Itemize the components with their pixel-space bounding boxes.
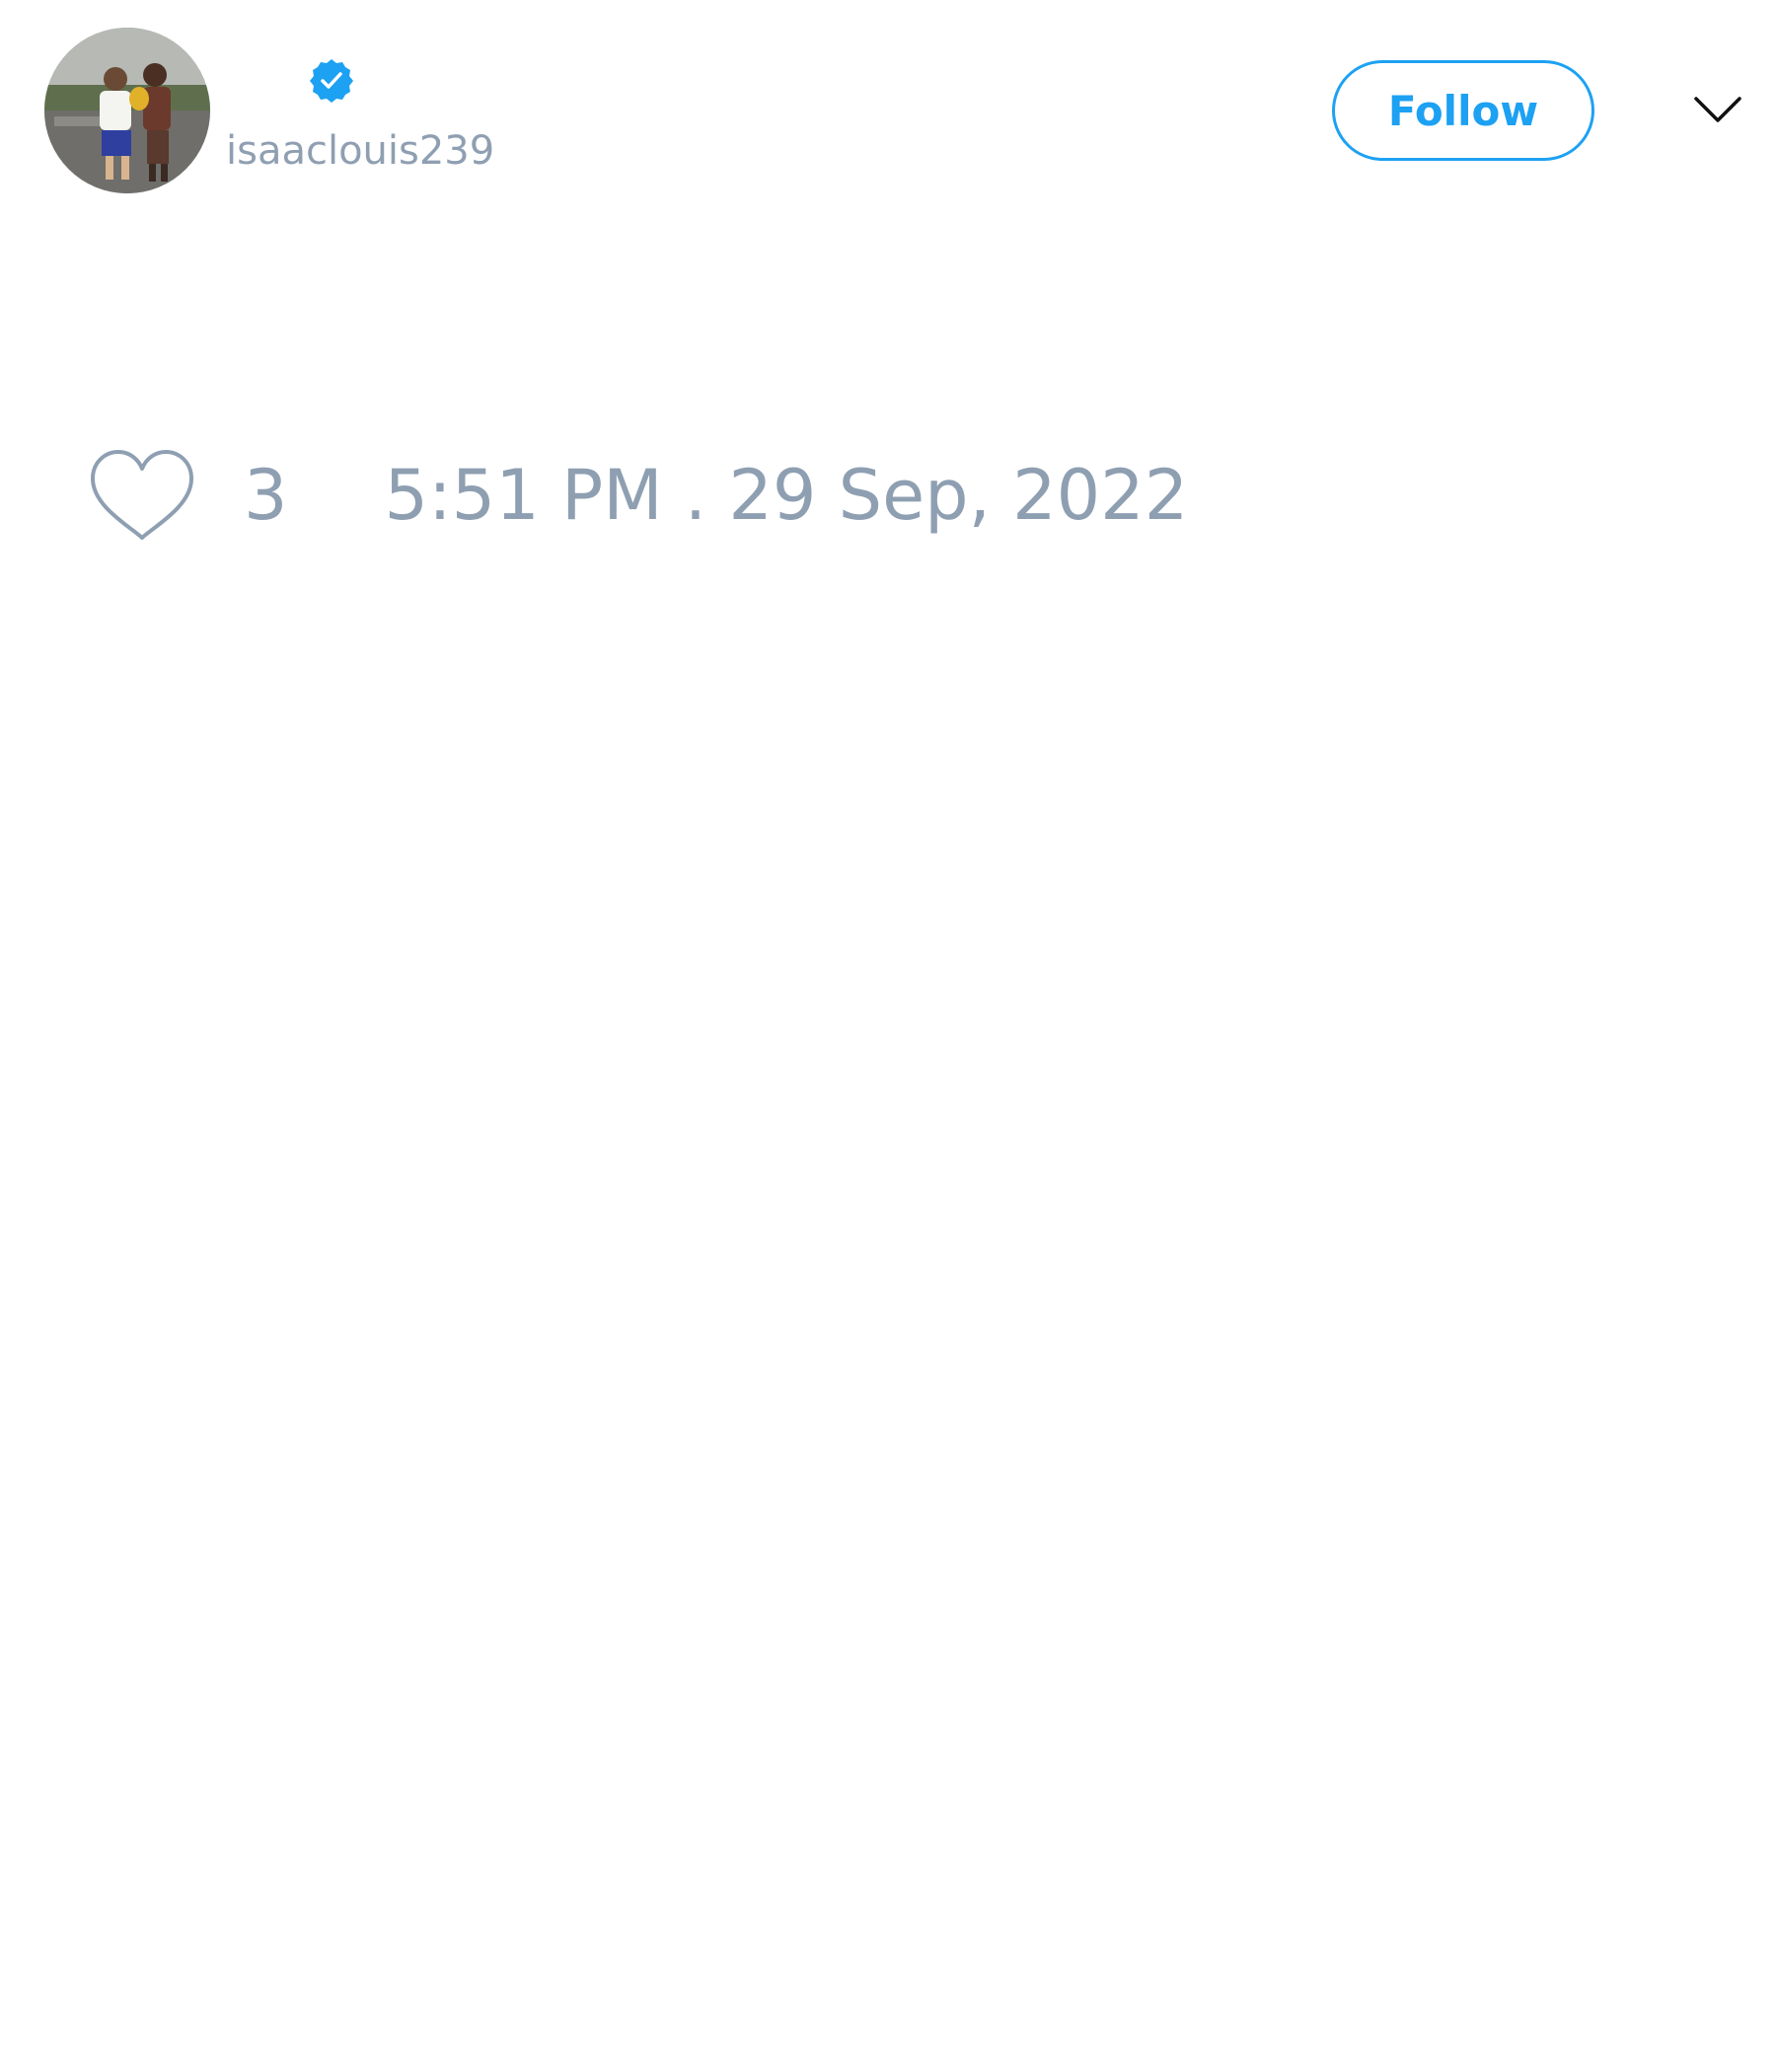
avatar-photo-icon	[44, 28, 210, 193]
verified-badge-icon	[309, 58, 354, 104]
timestamp[interactable]: 5:51 PM . 29 Sep, 2022	[385, 446, 1189, 545]
follow-button[interactable]: Follow	[1332, 60, 1594, 161]
avatar[interactable]	[44, 28, 210, 193]
like-button[interactable]: 3	[90, 446, 288, 545]
like-count: 3	[244, 455, 288, 536]
tweet-footer: 3 5:51 PM . 29 Sep, 2022	[90, 446, 1188, 545]
user-handle[interactable]: isaaclouis239	[226, 126, 494, 176]
chevron-down-icon[interactable]	[1693, 91, 1742, 126]
tweet-card: isaaclouis239 Follow 3 5:51 PM . 29 Sep,…	[0, 0, 1776, 2072]
heart-outline-icon	[91, 450, 193, 540]
